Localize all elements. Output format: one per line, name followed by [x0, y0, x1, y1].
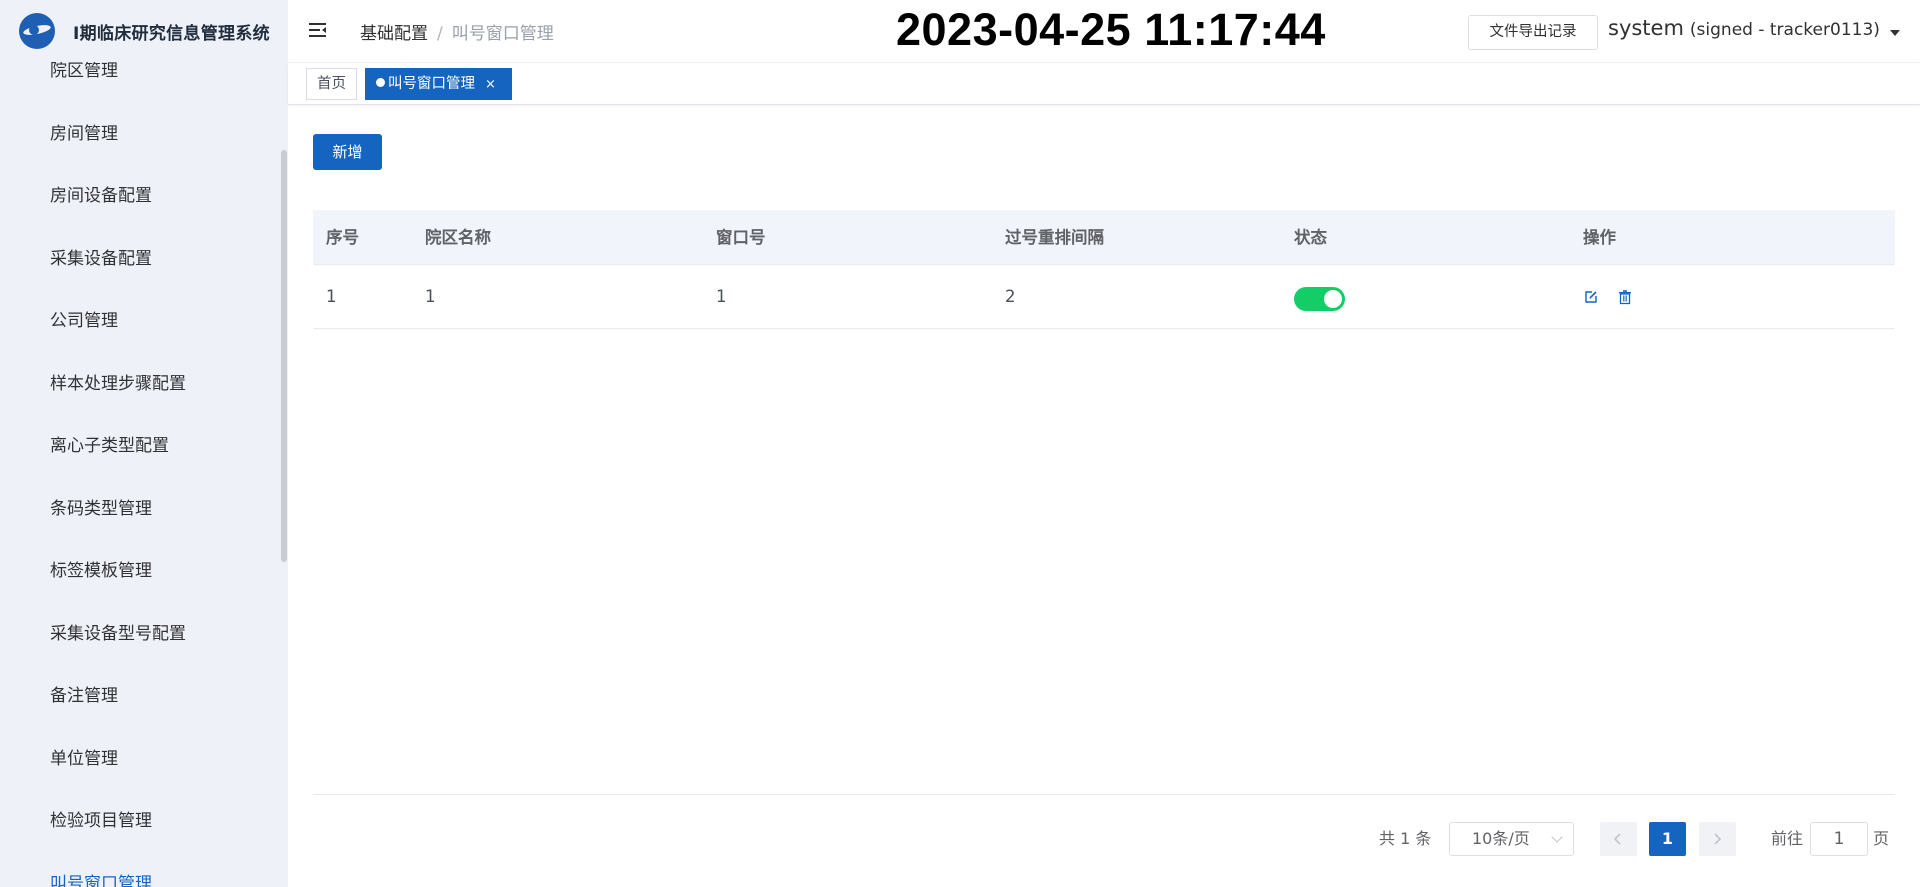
sidebar-item-device-model[interactable]: 采集设备型号配置 [0, 603, 280, 666]
sidebar-item-room[interactable]: 房间管理 [0, 103, 280, 166]
sidebar-item-remarks[interactable]: 备注管理 [0, 665, 280, 728]
delete-icon[interactable] [1617, 289, 1633, 305]
user-name: system [1608, 16, 1684, 40]
active-dot-icon [376, 78, 385, 87]
app-logo-area[interactable]: I期临床研究信息管理系统 [0, 0, 288, 62]
chevron-left-icon [1613, 833, 1621, 845]
status-toggle[interactable] [1294, 287, 1345, 311]
table-row: 1 1 1 2 [313, 265, 1895, 329]
goto-suffix: 页 [1873, 829, 1890, 848]
sidebar: 院区管理 房间管理 房间设备配置 采集设备配置 公司管理 样本处理步骤配置 离心… [0, 0, 288, 887]
logo-icon [19, 13, 55, 49]
close-icon[interactable]: × [485, 70, 496, 100]
sidebar-scrollbar[interactable] [281, 150, 287, 562]
column-header-campus: 院区名称 [425, 228, 491, 247]
sidebar-item-units[interactable]: 单位管理 [0, 728, 280, 791]
breadcrumb: 基础配置 / 叫号窗口管理 [360, 19, 554, 44]
tag-call-window[interactable]: 叫号窗口管理 × [365, 68, 512, 100]
user-signed-info: (signed - tracker0113) [1689, 20, 1880, 40]
export-records-button[interactable]: 文件导出记录 [1468, 15, 1598, 50]
column-header-status: 状态 [1294, 228, 1327, 247]
datetime-clock: 2023-04-25 11:17:44 [896, 4, 1326, 55]
page-size-select[interactable]: 10条/页 [1449, 822, 1574, 856]
app-title: I期临床研究信息管理系统 [73, 23, 270, 44]
breadcrumb-current: 叫号窗口管理 [451, 24, 554, 44]
menu-toggle-icon[interactable] [308, 20, 328, 40]
sidebar-item-label-template[interactable]: 标签模板管理 [0, 540, 280, 603]
user-menu[interactable]: system (signed - tracker0113) [1608, 16, 1880, 40]
column-header-window: 窗口号 [716, 228, 766, 247]
breadcrumb-root[interactable]: 基础配置 [360, 24, 428, 44]
page-size-value: 10条/页 [1472, 829, 1530, 848]
sidebar-item-collection-device[interactable]: 采集设备配置 [0, 228, 280, 291]
prev-page-button[interactable] [1600, 822, 1637, 856]
sidebar-item-sample-steps[interactable]: 样本处理步骤配置 [0, 353, 280, 416]
chevron-down-icon [1551, 831, 1563, 843]
sidebar-item-lab-tests[interactable]: 检验项目管理 [0, 790, 280, 853]
top-header: 基础配置 / 叫号窗口管理 2023-04-25 11:17:44 文件导出记录 s… [288, 0, 1920, 63]
breadcrumb-separator: / [437, 24, 443, 44]
pagination-total: 共 1 条 [1379, 829, 1432, 848]
goto-label: 前往 [1771, 829, 1804, 848]
caret-down-icon[interactable] [1890, 30, 1900, 36]
cell-index: 1 [326, 287, 337, 306]
tags-view-bar: 首页 叫号窗口管理 × [288, 64, 1920, 105]
chevron-right-icon [1714, 833, 1722, 845]
cell-campus: 1 [425, 287, 436, 306]
sidebar-menu: 院区管理 房间管理 房间设备配置 采集设备配置 公司管理 样本处理步骤配置 离心… [0, 40, 280, 887]
column-header-index: 序号 [326, 228, 359, 247]
next-page-button[interactable] [1699, 822, 1736, 856]
page-number-current[interactable]: 1 [1649, 822, 1686, 856]
toggle-knob [1324, 290, 1342, 308]
edit-icon[interactable] [1583, 289, 1599, 305]
call-window-table: 序号 院区名称 窗口号 过号重排间隔 状态 操作 1 1 1 2 [313, 210, 1895, 329]
column-header-interval: 过号重排间隔 [1005, 228, 1104, 247]
sidebar-item-barcode-type[interactable]: 条码类型管理 [0, 478, 280, 541]
sidebar-item-call-window[interactable]: 叫号窗口管理 [0, 853, 280, 887]
tag-home[interactable]: 首页 [306, 68, 357, 100]
add-button[interactable]: 新增 [313, 134, 382, 170]
sidebar-item-centrifuge-type[interactable]: 离心子类型配置 [0, 415, 280, 478]
footer-divider [313, 794, 1895, 795]
sidebar-item-company[interactable]: 公司管理 [0, 290, 280, 353]
tag-label: 叫号窗口管理 [388, 76, 475, 92]
cell-window: 1 [716, 287, 727, 306]
goto-page-input[interactable]: 1 [1810, 822, 1868, 856]
table-header: 序号 院区名称 窗口号 过号重排间隔 状态 操作 [313, 210, 1895, 265]
cell-interval: 2 [1005, 287, 1016, 306]
sidebar-item-room-device[interactable]: 房间设备配置 [0, 165, 280, 228]
column-header-actions: 操作 [1583, 228, 1616, 247]
